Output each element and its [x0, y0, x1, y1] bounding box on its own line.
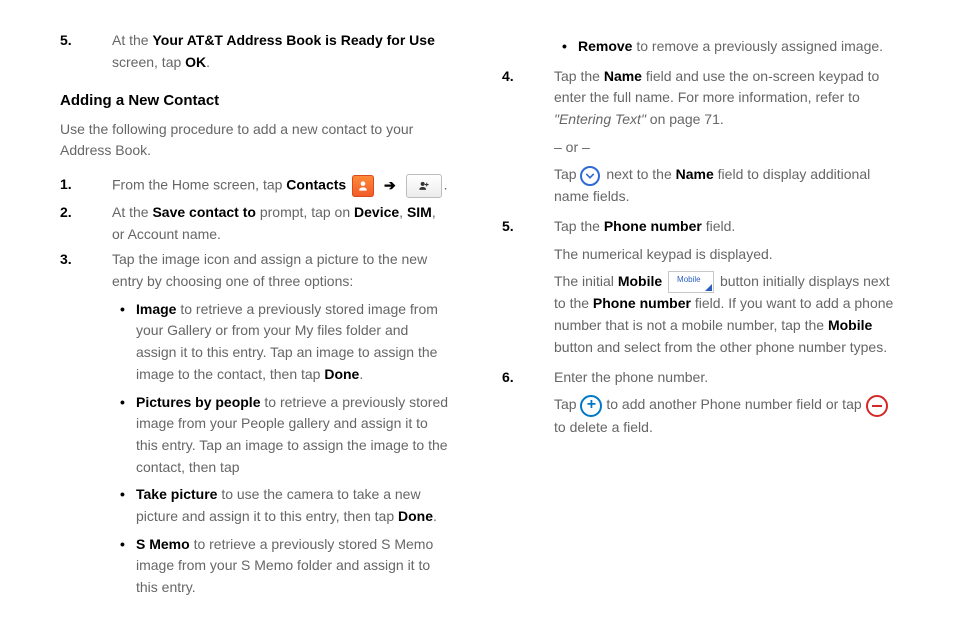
text: . [206, 54, 210, 70]
text: screen, tap [112, 54, 185, 70]
text: At the [112, 204, 152, 220]
text: . [359, 366, 363, 382]
text: From the Home screen, tap [112, 177, 286, 193]
step-5: 5. Tap the Phone number field. The numer… [502, 216, 894, 359]
name-field-label: Name [604, 68, 642, 84]
chevron-down-icon [580, 166, 600, 186]
text: prompt, tap on [256, 204, 354, 220]
right-column: • Remove to remove a previously assigned… [502, 30, 894, 599]
step-number: 3. [60, 249, 112, 292]
step-number: 1. [60, 174, 112, 198]
text: Tap the [554, 68, 604, 84]
text: field. [691, 295, 724, 311]
bullet-image: • Image to retrieve a previously stored … [112, 299, 452, 386]
contacts-app-icon [352, 175, 374, 197]
step-4: 4. Tap the Name field and use the on-scr… [502, 66, 894, 208]
intro-paragraph: Use the following procedure to add a new… [60, 119, 452, 162]
step-number: 6. [502, 367, 554, 439]
screen-name: Your AT&T Address Book is Ready for Use [152, 32, 434, 48]
bullet-remove: • Remove to remove a previously assigned… [554, 36, 894, 58]
plus-icon: + [580, 395, 602, 417]
text: Tap [554, 396, 580, 412]
step-number: 4. [502, 66, 554, 208]
text: Enter the phone number. [554, 369, 708, 385]
mobile-button-icon: Mobile [668, 271, 714, 293]
step-3: 3. Tap the image icon and assign a pictu… [60, 249, 452, 292]
step-number: 5. [502, 216, 554, 359]
left-column: 5. At the Your AT&T Address Book is Read… [60, 30, 452, 599]
step-6: 6. Enter the phone number. Tap + to add … [502, 367, 894, 439]
step-number: 2. [60, 202, 112, 245]
bullet-take-picture: • Take picture to use the camera to take… [112, 484, 452, 527]
text: to remove a previously assigned image. [632, 38, 883, 54]
take-picture-label: Take picture [136, 486, 217, 502]
text: Tap the image icon and assign a picture … [112, 249, 452, 292]
done-label: Done [324, 366, 359, 382]
bullet-pictures-by-people: • Pictures by people to retrieve a previ… [112, 392, 452, 479]
pbp-label: Pictures by people [136, 394, 260, 410]
step-5: 5. At the Your AT&T Address Book is Read… [60, 30, 452, 73]
bullet-smemo: • S Memo to retrieve a previously stored… [112, 534, 452, 599]
text: . [444, 177, 448, 193]
done-label: Done [398, 508, 433, 524]
text: button and select from the other phone n… [554, 339, 887, 355]
remove-label: Remove [578, 38, 632, 54]
name-field-label: Name [676, 166, 714, 182]
mobile-label: Mobile [618, 273, 662, 289]
image-label: Image [136, 301, 176, 317]
text: or Account name. [112, 226, 221, 242]
step-2: 2. At the Save contact to prompt, tap on… [60, 202, 452, 245]
phone-number-label: Phone number [604, 218, 702, 234]
text: field. [702, 218, 735, 234]
text: to delete a field. [554, 419, 653, 435]
text: Tap the [554, 218, 604, 234]
text: The numerical keypad is displayed. [554, 244, 894, 266]
step-number: 5. [60, 30, 112, 73]
phone-number-label: Phone number [593, 295, 691, 311]
ok-label: OK [185, 54, 206, 70]
device-label: Device [354, 204, 399, 220]
step-1: 1. From the Home screen, tap Contacts ➔ … [60, 174, 452, 198]
text: on page 71. [646, 111, 724, 127]
text: to retrieve a previously stored image fr… [136, 301, 438, 382]
text: Tap [554, 166, 580, 182]
entering-text-ref: "Entering Text" [554, 111, 646, 127]
arrow-icon: ➔ [384, 177, 396, 193]
smemo-label: S Memo [136, 536, 190, 552]
text: . [433, 508, 437, 524]
text: At the [112, 32, 152, 48]
text: The initial [554, 273, 618, 289]
text: next to the [606, 166, 675, 182]
section-heading: Adding a New Contact [60, 89, 452, 112]
add-contact-icon [406, 174, 442, 198]
contacts-label: Contacts [286, 177, 346, 193]
save-contact-label: Save contact to [152, 204, 255, 220]
mobile-label: Mobile [828, 317, 872, 333]
sim-label: SIM [407, 204, 432, 220]
or-divider: – or – [554, 137, 894, 159]
text: to add another Phone number field or tap [606, 396, 865, 412]
minus-icon [866, 395, 888, 417]
document-page: 5. At the Your AT&T Address Book is Read… [60, 30, 894, 599]
